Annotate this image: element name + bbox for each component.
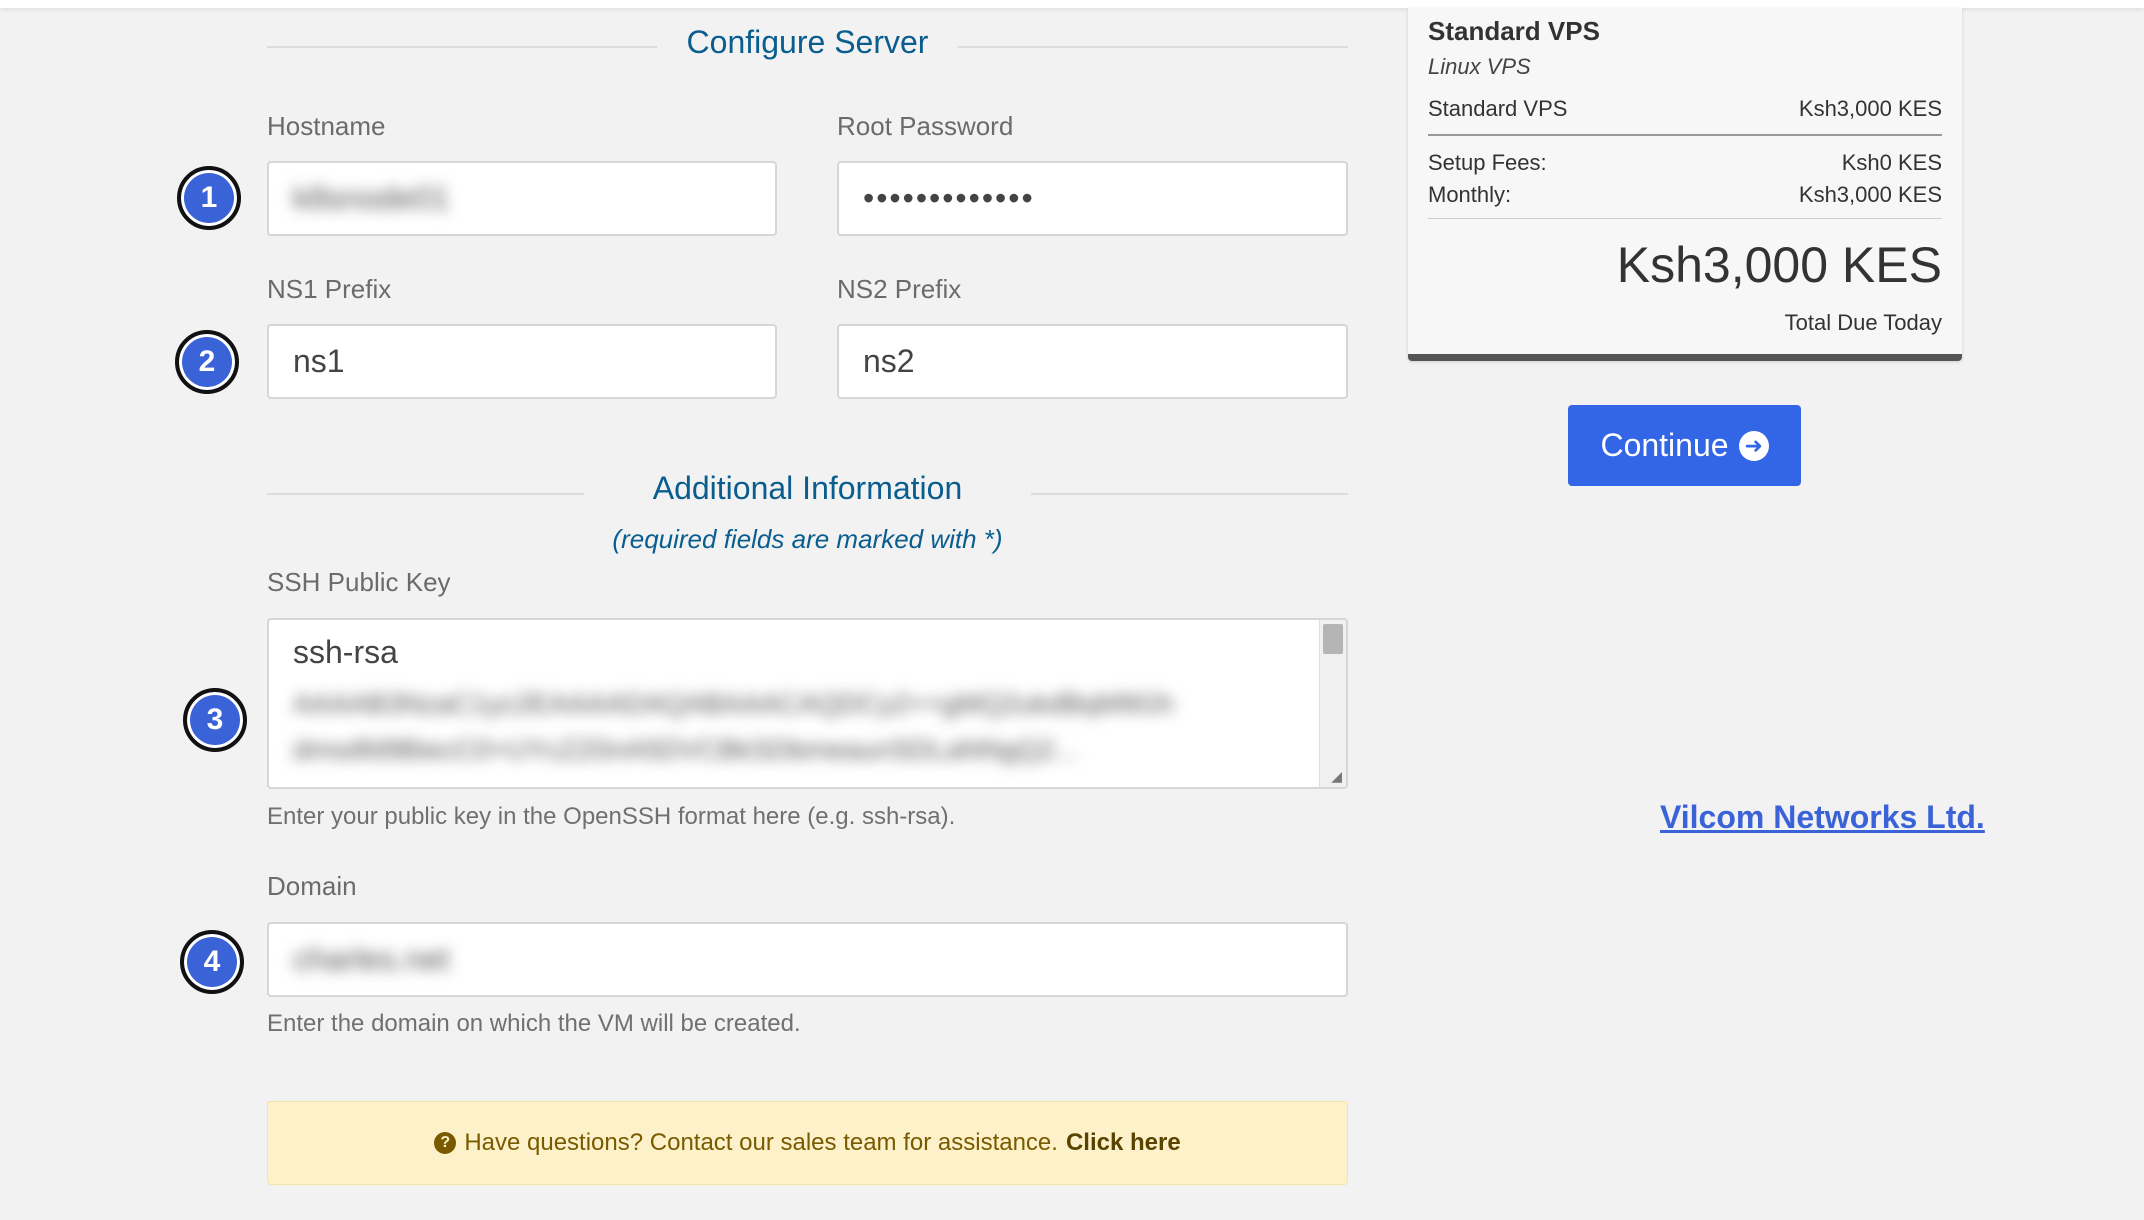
domain-input[interactable]: charles.net [267,922,1348,997]
ssh-key-textarea[interactable]: ssh-rsa AAAAB3NzaC1yc2EAAAADAQABAAACAQDC… [267,618,1348,789]
hostname-value: k8snode01 [293,180,450,216]
setup-fees-row: Setup Fees: Ksh0 KES [1428,150,1942,176]
domain-help: Enter the domain on which the VM will be… [267,1010,801,1037]
continue-label: Continue [1600,427,1729,463]
product-subtitle: Linux VPS [1428,54,1531,79]
total-label: Total Due Today [1784,310,1942,335]
ns2-value: ns2 [863,343,915,379]
divider [267,493,584,495]
domain-value: charles.net [293,941,450,977]
scrollbar-thumb[interactable] [1323,624,1343,654]
domain-label: Domain [267,871,357,901]
required-note: (required fields are marked with *) [612,524,1003,554]
line-item-name: Standard VPS [1428,96,1568,121]
ns1-input[interactable]: ns1 [267,324,777,399]
notice-text: Have questions? Contact our sales team f… [464,1129,1058,1156]
root-password-label: Root Password [837,111,1014,141]
product-title: Standard VPS [1428,16,1600,46]
setup-fees-value: Ksh0 KES [1841,150,1942,175]
arrow-circle-right-icon: ➜ [1738,430,1769,461]
ns2-input[interactable]: ns2 [837,324,1348,399]
ns2-label: NS2 Prefix [837,274,962,304]
step-badge-2: 2 [175,330,239,394]
click-here-link[interactable]: Click here [1066,1129,1181,1157]
total-amount: Ksh3,000 KES [1616,237,1942,293]
divider [1428,218,1942,219]
ssh-key-help: Enter your public key in the OpenSSH for… [267,803,956,830]
step-badge-3: 3 [183,688,247,752]
divider [267,46,657,48]
additional-info-heading: Additional Information [267,470,1348,516]
divider [1031,493,1348,495]
question-circle-icon: ? [434,1132,457,1154]
top-bar [0,0,2144,8]
section-title: Additional Information [652,470,963,506]
hostname-label: Hostname [267,111,386,141]
ssh-key-line: AAAAB3NzaC1yc2EAAAADAQABAAACAQDCy2++gMQ2… [293,688,1174,719]
divider [1428,134,1942,136]
monthly-row: Monthly: Ksh3,000 KES [1428,182,1942,208]
ns1-value: ns1 [293,343,345,379]
textarea-scrollbar[interactable] [1319,620,1346,787]
resize-handle-icon[interactable]: ◢ [1331,768,1342,785]
order-summary: Standard VPS Linux VPS Standard VPS Ksh3… [1408,8,1962,361]
password-value: ••••••••••••• [863,180,1035,216]
ssh-key-line: dmsdfd9BiecC0+UYcZZ0nA5DVCBkSDbmeaunSDLa… [293,734,1079,765]
ssh-key-label: SSH Public Key [267,567,451,597]
ns1-label: NS1 Prefix [267,274,392,304]
root-password-input[interactable]: ••••••••••••• [837,161,1348,236]
step-badge-1: 1 [177,166,241,230]
divider [958,46,1348,48]
continue-button[interactable]: Continue ➜ [1568,405,1801,486]
section-title: Configure Server [686,24,929,60]
step-badge-4: 4 [180,930,244,994]
sales-notice: ? Have questions? Contact our sales team… [267,1101,1348,1185]
monthly-value: Ksh3,000 KES [1798,182,1942,207]
company-link[interactable]: Vilcom Networks Ltd. [1660,799,1985,836]
hostname-input[interactable]: k8snode01 [267,161,777,236]
line-item-price: Ksh3,000 KES [1798,96,1942,121]
line-item: Standard VPS Ksh3,000 KES [1428,96,1942,122]
setup-fees-label: Setup Fees: [1428,150,1547,175]
monthly-label: Monthly: [1428,182,1512,207]
configure-server-heading: Configure Server [267,24,1348,68]
ssh-key-line: ssh-rsa [293,634,398,670]
